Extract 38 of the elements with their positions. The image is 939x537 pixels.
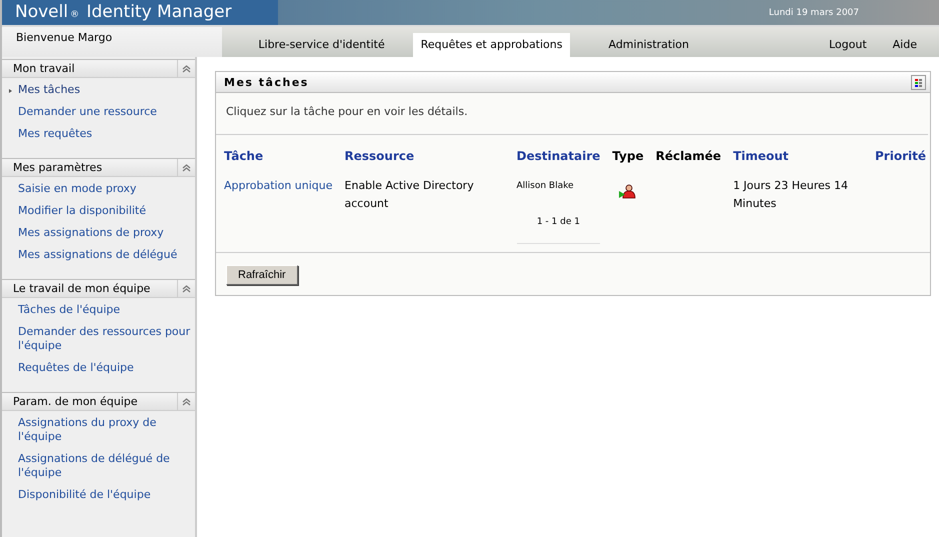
- welcome-text: Bienvenue Margo: [15, 30, 114, 46]
- sidebar-link[interactable]: Disponibilité de l'équipe: [18, 488, 151, 502]
- sidebar-link[interactable]: Assignations de délégué de l'équipe: [18, 452, 191, 480]
- sidebar-link[interactable]: Saisie en mode proxy: [18, 182, 136, 196]
- sidebar-link[interactable]: Demander des ressources pour l'équipe: [18, 325, 191, 353]
- column-header[interactable]: Priorité: [867, 143, 930, 173]
- sidebar-link[interactable]: Mes assignations de proxy: [18, 226, 164, 240]
- date-label: Lundi 19 mars 2007: [768, 8, 859, 18]
- sidebar-link[interactable]: Mes assignations de délégué: [18, 248, 178, 262]
- nav-tab[interactable]: Requêtes et approbations: [412, 33, 570, 57]
- column-header: Réclamée: [654, 148, 722, 165]
- sidebar-link[interactable]: Mes requêtes: [18, 127, 92, 141]
- column-header[interactable]: Timeout: [725, 143, 868, 173]
- sidebar-link[interactable]: Mes tâches: [18, 83, 80, 97]
- nav-tab[interactable]: Libre-service d'identité: [222, 33, 413, 57]
- column-header[interactable]: Ressource: [336, 143, 509, 173]
- column-header[interactable]: Destinataire: [508, 143, 604, 173]
- nav-tab[interactable]: Administration: [570, 33, 829, 57]
- instruction-text: Cliquez sur la tâche pour en voir les détails.: [216, 93, 928, 135]
- grid-icon[interactable]: [911, 74, 926, 90]
- column-header[interactable]: Tâche: [216, 143, 337, 173]
- sidebar-link[interactable]: Assignations du proxy de l'équipe: [18, 416, 191, 444]
- column-header: Type: [611, 148, 645, 165]
- nav-link[interactable]: Aide: [892, 38, 917, 57]
- table-cell-text: 1 Jours 23 Heures 14 Minutes: [732, 178, 850, 212]
- refresh-button[interactable]: Rafraîchir: [226, 265, 298, 285]
- panel-title: Mes tâches: [224, 76, 309, 88]
- sidebar-link[interactable]: Tâches de l'équipe: [18, 303, 120, 317]
- product-title: Novell® Identity Manager: [14, 1, 233, 24]
- table-cell-text: Enable Active Directory account: [344, 178, 475, 212]
- sidebar-link[interactable]: Demander une ressource: [18, 105, 157, 119]
- sidebar-link[interactable]: Requêtes de l'équipe: [18, 361, 134, 375]
- table-cell-text: Allison Blake: [516, 180, 575, 193]
- person-icon: [618, 183, 636, 199]
- sidebar-link[interactable]: Modifier la disponibilité: [18, 204, 146, 218]
- nav-link[interactable]: Logout: [828, 38, 867, 57]
- task-link[interactable]: Approbation unique: [216, 173, 337, 252]
- pagination-text: 1 - 1 de 1: [516, 195, 600, 244]
